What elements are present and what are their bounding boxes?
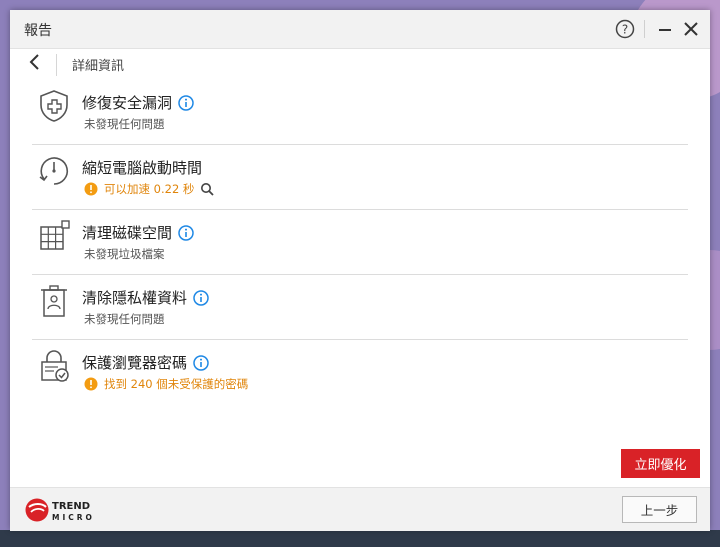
shield-repair-icon [40,90,68,122]
item-title: 清理磁碟空間 [82,224,173,242]
info-icon[interactable] [178,224,194,241]
info-icon[interactable] [193,289,209,306]
item-status: 未發現任何問題 [84,312,165,326]
item-title: 保護瀏覽器密碼 [82,354,188,372]
list-item: 縮短電腦啟動時間 可以加速 0.22 秒 [32,145,688,210]
window-title: 報告 [24,23,52,39]
warning-icon [84,182,98,196]
trend-micro-logo: TREND MICRO [25,498,95,522]
info-icon[interactable] [178,94,194,111]
titlebar-separator [644,20,645,38]
svg-text:MICRO: MICRO [52,513,95,522]
previous-step-button[interactable]: 上一步 [622,496,697,523]
subheader-separator [56,54,57,76]
title-bar: 報告 ? [10,10,710,49]
list-item: 修復安全漏洞 未發現任何問題 [32,80,688,145]
footer: TREND MICRO 上一步 [10,487,710,531]
item-status: 未發現任何問題 [84,117,165,131]
info-icon[interactable] [193,354,209,371]
svg-text:TREND: TREND [52,501,90,512]
clock-icon [39,157,69,185]
lock-check-icon [41,350,69,382]
optimize-now-button[interactable]: 立即優化 [621,449,700,478]
trash-id-icon [41,285,67,317]
item-status: 可以加速 0.22 秒 [104,182,195,196]
svg-text:?: ? [622,23,628,37]
list-item: 清除隱私權資料 未發現任何問題 [32,275,688,340]
item-title: 修復安全漏洞 [82,94,173,112]
item-title: 清除隱私權資料 [82,289,188,307]
details-title: 詳細資訊 [72,59,125,74]
close-icon[interactable] [680,18,702,40]
report-window: 報告 ? 詳細資訊 修復安全漏洞 未發現任何問題 縮短電腦啟動時間 可以加速 0… [10,10,710,531]
list-item: 清理磁碟空間 未發現垃圾檔案 [32,210,688,275]
minimize-icon[interactable] [654,18,676,40]
report-list: 修復安全漏洞 未發現任何問題 縮短電腦啟動時間 可以加速 0.22 秒 清理磁碟… [32,80,688,404]
warning-icon [84,377,98,391]
search-icon[interactable] [200,182,215,196]
item-title: 縮短電腦啟動時間 [82,159,203,177]
help-icon[interactable]: ? [614,18,636,40]
chevron-left-icon[interactable] [24,51,46,73]
item-status: 未發現垃圾檔案 [84,247,165,261]
sub-header: 詳細資訊 [10,48,710,78]
item-status: 找到 240 個未受保護的密碼 [104,377,249,391]
list-item: 保護瀏覽器密碼 找到 240 個未受保護的密碼 [32,340,688,404]
disk-grid-icon [40,220,70,250]
